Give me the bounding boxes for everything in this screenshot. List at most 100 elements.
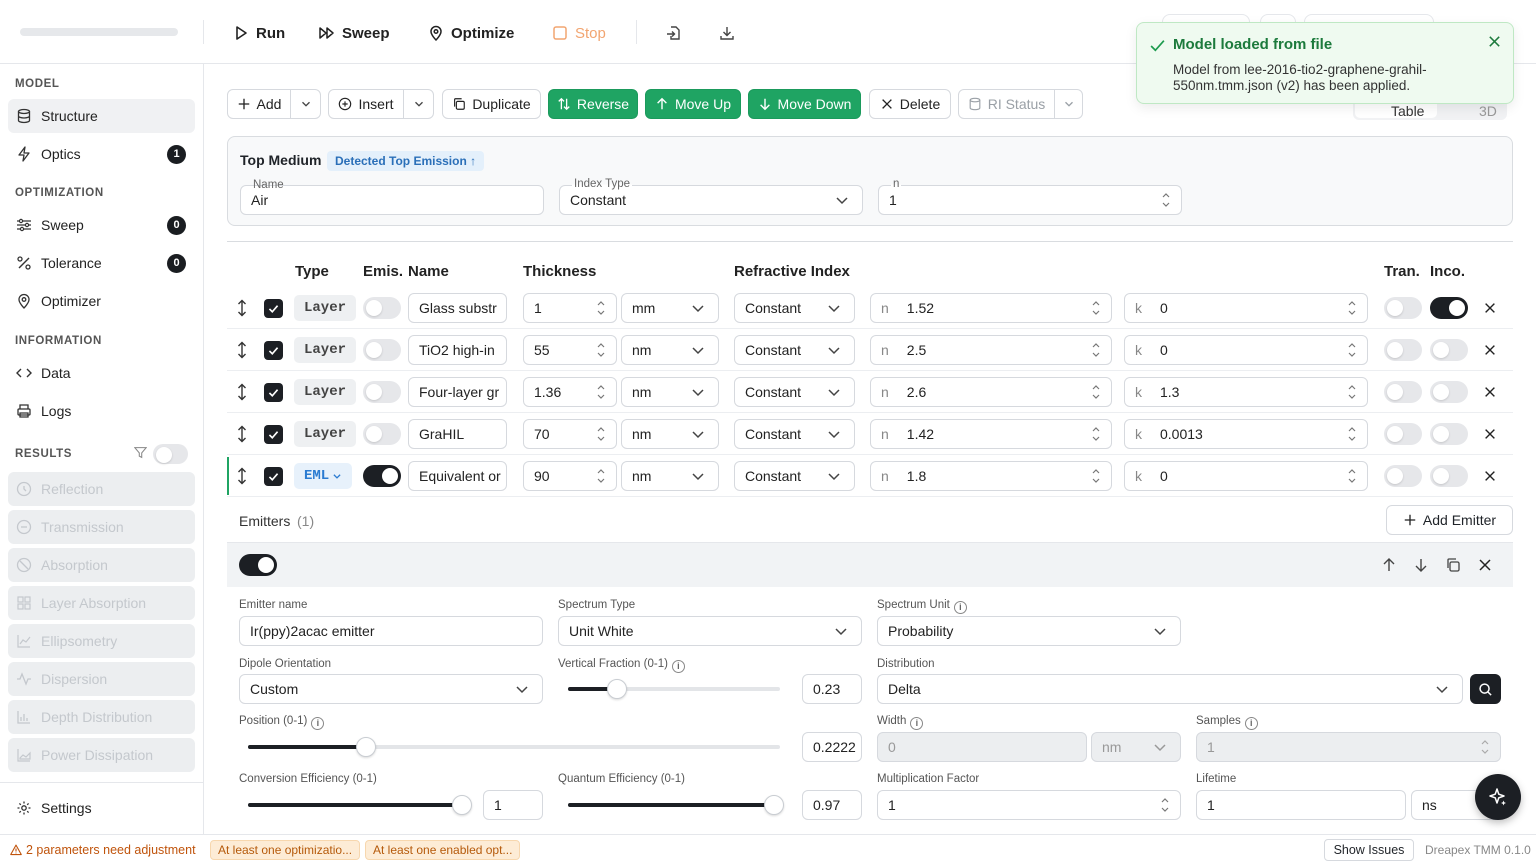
layer-name-input[interactable]: Equivalent or xyxy=(408,461,507,491)
transparent-toggle[interactable] xyxy=(1384,465,1422,487)
n-input[interactable]: n 1.8 xyxy=(870,461,1112,491)
warning-summary[interactable]: 2 parameters need adjustment xyxy=(10,843,196,857)
stepper-icon[interactable] xyxy=(1091,340,1101,360)
slider-knob[interactable] xyxy=(763,795,784,815)
duplicate-button[interactable]: Duplicate xyxy=(442,89,541,119)
vertical-fraction-slider[interactable] xyxy=(568,679,780,699)
emissive-toggle[interactable] xyxy=(363,339,401,361)
table-row[interactable]: Layer TiO2 high-in 55 nm Constant n 2.5 k 0 xyxy=(227,329,1513,371)
spectrum-unit-select[interactable]: Probability xyxy=(877,616,1181,646)
stepper-icon[interactable] xyxy=(1480,737,1490,757)
sidebar-item-structure[interactable]: Structure xyxy=(8,99,195,133)
info-icon[interactable]: i xyxy=(953,601,967,614)
layer-type-tag[interactable]: EML xyxy=(294,463,353,489)
k-input[interactable]: k 1.3 xyxy=(1124,377,1368,407)
thickness-input[interactable]: 1 xyxy=(523,293,617,323)
stop-button[interactable]: Stop xyxy=(552,21,606,45)
layer-enabled-checkbox[interactable] xyxy=(264,467,283,486)
stepper-icon[interactable] xyxy=(1347,424,1357,444)
stepper-icon[interactable] xyxy=(596,424,606,444)
k-input[interactable]: k0 xyxy=(1124,461,1368,491)
sidebar-item-transmission[interactable]: Transmission xyxy=(8,510,195,544)
position-slider[interactable] xyxy=(248,737,780,757)
index-type-select[interactable]: Index Type Constant xyxy=(559,178,863,215)
issue-tag[interactable]: At least one enabled opt... xyxy=(365,840,521,860)
info-icon[interactable]: i xyxy=(910,717,924,730)
lifetime-input[interactable]: 1 xyxy=(1196,790,1406,820)
layer-enabled-checkbox[interactable] xyxy=(264,299,283,318)
remove-layer-icon[interactable] xyxy=(1483,385,1497,399)
insert-dropdown-button[interactable] xyxy=(403,89,434,119)
dipole-orientation-select[interactable]: Custom xyxy=(239,674,543,704)
stepper-icon[interactable] xyxy=(1161,190,1171,210)
thickness-input[interactable]: 90 xyxy=(523,461,617,491)
multiplication-factor-input[interactable]: 1 xyxy=(877,790,1181,820)
remove-layer-icon[interactable] xyxy=(1483,343,1497,357)
sidebar-item-data[interactable]: Data xyxy=(8,356,195,390)
layer-name-input[interactable]: Four-layer gr xyxy=(408,377,507,407)
index-type-select[interactable]: Constant xyxy=(734,419,855,449)
arrow-down-icon[interactable] xyxy=(1413,557,1429,573)
conversion-efficiency-slider[interactable] xyxy=(248,795,472,815)
add-emitter-button[interactable]: Add Emitter xyxy=(1386,505,1513,535)
stepper-icon[interactable] xyxy=(1347,466,1357,486)
emitter-name-input[interactable]: Ir(ppy)2acac emitter xyxy=(239,616,543,646)
incoherent-toggle[interactable] xyxy=(1430,423,1468,445)
layer-type-tag[interactable]: Layer xyxy=(294,295,357,321)
sidebar-item-reflection[interactable]: Reflection xyxy=(8,472,195,506)
k-input[interactable]: k0 xyxy=(1124,335,1368,365)
n-input[interactable]: n 2.6 xyxy=(870,377,1112,407)
stepper-icon[interactable] xyxy=(596,340,606,360)
top-medium-name-field[interactable]: Name Air xyxy=(240,179,544,215)
sidebar-item-logs[interactable]: Logs xyxy=(8,394,195,428)
info-icon[interactable]: i xyxy=(311,717,325,730)
stepper-icon[interactable] xyxy=(1091,382,1101,402)
drag-handle-icon[interactable] xyxy=(235,425,249,443)
stepper-icon[interactable] xyxy=(1347,382,1357,402)
index-type-select[interactable]: Constant xyxy=(734,293,855,323)
sidebar-item-tolerance[interactable]: Tolerance 0 xyxy=(8,246,195,280)
drag-handle-icon[interactable] xyxy=(235,383,249,401)
stepper-icon[interactable] xyxy=(1091,424,1101,444)
layer-type-tag[interactable]: Layer xyxy=(294,421,357,447)
move-up-button[interactable]: Move Up xyxy=(645,89,741,119)
thickness-input[interactable]: 70 xyxy=(523,419,617,449)
layer-enabled-checkbox[interactable] xyxy=(264,425,283,444)
position-input[interactable]: 0.2222 xyxy=(802,732,862,762)
thickness-unit-select[interactable]: nm xyxy=(621,461,719,491)
table-row[interactable]: Layer GraHIL 70 nm Constant n 1.42 k 0.0013 xyxy=(227,413,1513,455)
optimize-button[interactable]: Optimize xyxy=(428,21,514,45)
thickness-input[interactable]: 55 xyxy=(523,335,617,365)
slider-knob[interactable] xyxy=(606,679,627,699)
thickness-unit-select[interactable]: nm xyxy=(621,419,719,449)
top-medium-n-input[interactable]: n 1 xyxy=(878,178,1182,215)
distribution-select[interactable]: Delta xyxy=(877,674,1463,704)
n-input[interactable]: n 1.52 xyxy=(870,293,1112,323)
sidebar-item-layer-absorption[interactable]: Layer Absorption xyxy=(8,586,195,620)
spectrum-type-select[interactable]: Unit White xyxy=(558,616,862,646)
index-type-select[interactable]: Constant xyxy=(734,335,855,365)
download-button[interactable] xyxy=(719,21,735,45)
close-icon[interactable] xyxy=(1487,34,1502,49)
index-type-select[interactable]: Constant xyxy=(734,461,855,491)
samples-input[interactable]: 1 xyxy=(1196,732,1501,762)
run-button[interactable]: Run xyxy=(233,21,285,45)
results-toggle[interactable] xyxy=(153,444,188,464)
sidebar-item-optimizer[interactable]: Optimizer xyxy=(8,284,195,318)
stepper-icon[interactable] xyxy=(1091,466,1101,486)
remove-layer-icon[interactable] xyxy=(1483,427,1497,441)
thickness-unit-select[interactable]: nm xyxy=(621,335,719,365)
layer-type-tag[interactable]: Layer xyxy=(294,379,357,405)
thickness-input[interactable]: 1.36 xyxy=(523,377,617,407)
sidebar-item-settings[interactable]: Settings xyxy=(8,791,195,825)
stepper-icon[interactable] xyxy=(596,298,606,318)
n-input[interactable]: n 2.5 xyxy=(870,335,1112,365)
remove-layer-icon[interactable] xyxy=(1483,301,1497,315)
emissive-toggle[interactable] xyxy=(363,423,401,445)
sidebar-item-optics[interactable]: Optics 1 xyxy=(8,137,195,171)
thickness-unit-select[interactable]: mm xyxy=(621,293,719,323)
transparent-toggle[interactable] xyxy=(1384,381,1422,403)
sidebar-item-dispersion[interactable]: Dispersion xyxy=(8,662,195,696)
stepper-icon[interactable] xyxy=(1347,298,1357,318)
vertical-fraction-input[interactable]: 0.23 xyxy=(802,674,862,704)
